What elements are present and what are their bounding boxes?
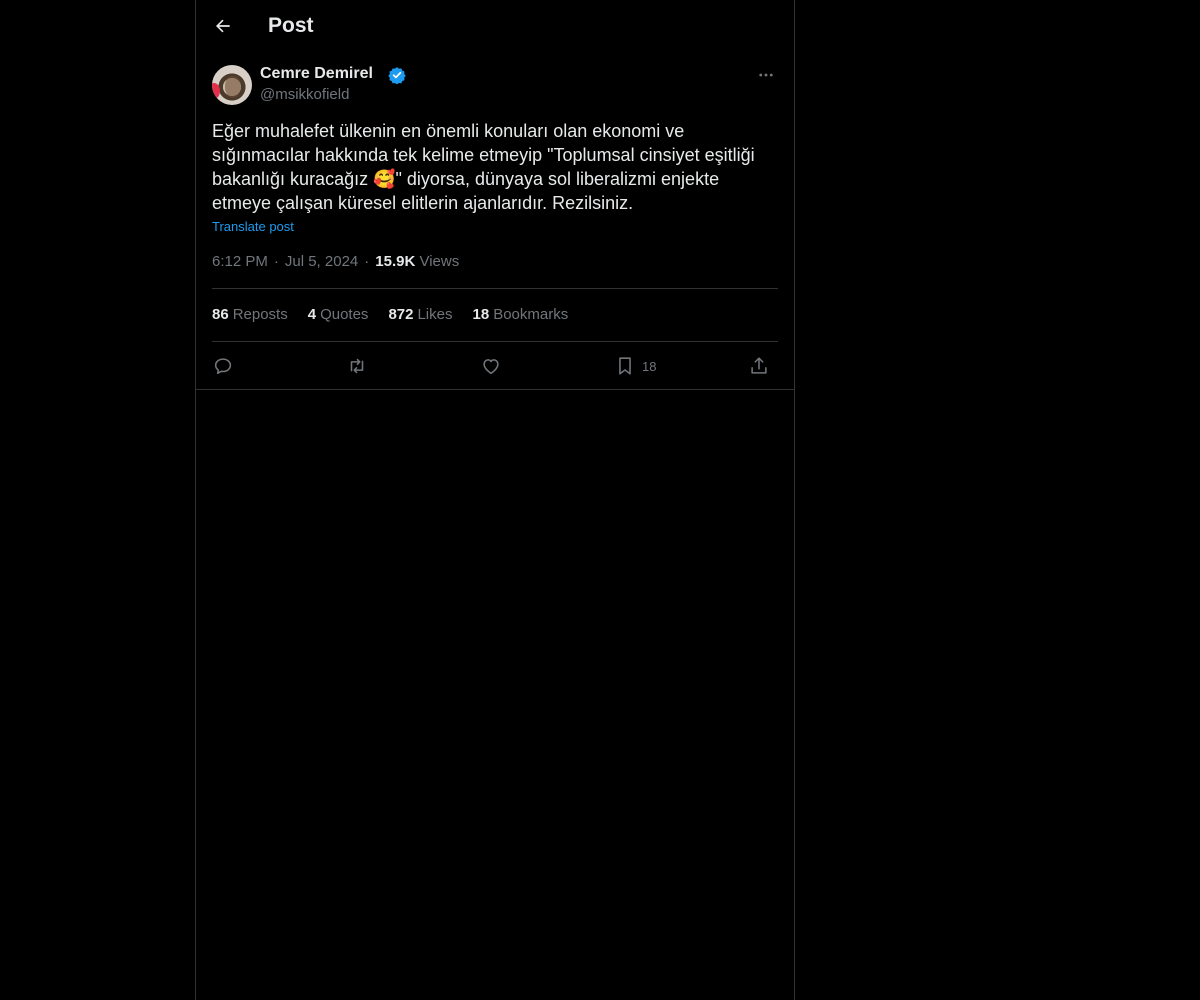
likes-stat[interactable]: 872 Likes — [388, 306, 452, 323]
repost-button[interactable] — [346, 352, 368, 380]
bookmarks-stat[interactable]: 18 Bookmarks — [473, 306, 569, 323]
reposts-count: 86 — [212, 306, 229, 323]
post-column: Post Cemre Demirel @msikkofield Eğer muh… — [195, 0, 795, 1000]
bookmark-action-count: 18 — [642, 358, 657, 374]
reposts-stat[interactable]: 86 Reposts — [212, 306, 288, 323]
bookmark-button[interactable]: 18 — [614, 352, 656, 380]
more-horizontal-icon — [759, 73, 773, 77]
reply-button[interactable] — [212, 352, 234, 380]
quotes-stat[interactable]: 4 Quotes — [308, 306, 369, 323]
share-icon — [751, 357, 767, 374]
post-meta: 6:12 PM · Jul 5, 2024 · 15.9K Views — [212, 253, 460, 270]
bookmarks-label: Bookmarks — [493, 306, 569, 323]
back-button[interactable] — [208, 11, 238, 41]
author-display-name[interactable]: Cemre Demirel — [260, 65, 373, 83]
reposts-label: Reposts — [232, 306, 288, 323]
avatar[interactable] — [212, 65, 252, 105]
share-button[interactable] — [748, 352, 770, 380]
post-time[interactable]: 6:12 PM — [212, 253, 268, 270]
bookmarks-count: 18 — [472, 306, 490, 323]
header: Post — [196, 0, 794, 53]
views-label: Views — [419, 253, 460, 270]
divider — [212, 288, 778, 289]
repost-icon — [350, 358, 364, 374]
post-author: Cemre Demirel @msikkofield — [212, 64, 778, 108]
quotes-label: Quotes — [320, 306, 369, 323]
bookmark-icon — [619, 357, 631, 375]
post-stats: 86 Reposts 4 Quotes 872 Likes 18 Bookmarks — [212, 306, 568, 323]
author-handle[interactable]: @msikkofield — [260, 86, 349, 103]
translate-post-link[interactable]: Translate post — [212, 219, 294, 234]
arrow-left-icon — [216, 19, 230, 33]
post-actions: 18 — [212, 352, 778, 380]
like-button[interactable] — [480, 352, 502, 380]
heart-icon — [483, 359, 499, 375]
quotes-count: 4 — [307, 306, 317, 323]
post-emoji: 🥰 — [373, 169, 396, 189]
divider — [212, 341, 778, 342]
page-title: Post — [268, 14, 314, 37]
post-text: Eğer muhalefet ülkenin en önemli konular… — [212, 119, 782, 215]
likes-label: Likes — [417, 306, 453, 323]
views-count: 15.9K — [375, 253, 416, 270]
post-date[interactable]: Jul 5, 2024 — [285, 253, 358, 270]
divider — [196, 389, 794, 390]
more-options-button[interactable] — [754, 64, 778, 86]
verified-badge-icon — [388, 67, 406, 84]
reply-icon — [214, 358, 232, 375]
likes-count: 872 — [388, 306, 414, 323]
